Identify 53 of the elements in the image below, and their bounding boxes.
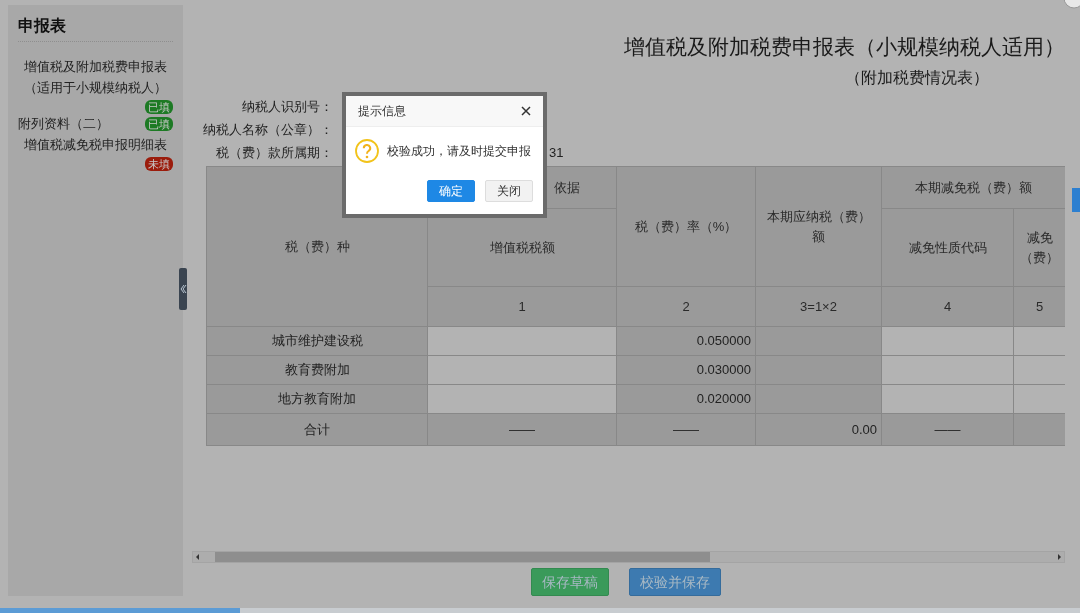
header-cell: 税（费）率（%） bbox=[616, 166, 756, 287]
field-label: 纳税人名称（公章）： bbox=[202, 120, 333, 139]
side-tab[interactable] bbox=[1072, 188, 1080, 212]
collapse-handle-icon[interactable] bbox=[179, 268, 187, 310]
sidebar-item[interactable]: 增值税及附加税费申报表 bbox=[18, 56, 173, 77]
table-cell: 0.050000 bbox=[616, 326, 756, 356]
status-badge: 已填 bbox=[145, 100, 173, 114]
header-cell: 2 bbox=[616, 286, 756, 327]
header-cell: 增值税税额 bbox=[427, 208, 617, 287]
sidebar-item[interactable]: 增值税减免税申报明细表 bbox=[18, 134, 173, 155]
table-cell: —— bbox=[616, 413, 756, 446]
status-badge: 已填 bbox=[145, 117, 173, 131]
table-cell: 合计 bbox=[206, 413, 428, 446]
table-cell: —— bbox=[881, 413, 1014, 446]
close-icon[interactable] bbox=[521, 106, 531, 116]
input-cell[interactable] bbox=[881, 326, 1014, 356]
table-cell: 0.030000 bbox=[616, 355, 756, 385]
status-badge: 未填 bbox=[145, 157, 173, 171]
input-cell[interactable] bbox=[881, 355, 1014, 385]
input-cell[interactable] bbox=[427, 384, 617, 414]
field-label: 税（费）款所属期： bbox=[215, 143, 333, 162]
header-cell: 4 bbox=[881, 286, 1014, 327]
horizontal-scrollbar[interactable] bbox=[192, 551, 1065, 563]
input-cell[interactable] bbox=[881, 384, 1014, 414]
field-label: 纳税人识别号： bbox=[241, 97, 333, 116]
input-cell[interactable] bbox=[427, 326, 617, 356]
header-cell: 3=1×2 bbox=[755, 286, 882, 327]
scrollbar-thumb[interactable] bbox=[215, 552, 710, 562]
form-title: 增值税及附加税费申报表（小规模纳税人适用） bbox=[624, 34, 1065, 60]
confirm-button[interactable]: 确定 bbox=[427, 180, 475, 202]
header-cell: 减免性质代码 bbox=[881, 208, 1014, 287]
table-cell: 0.020000 bbox=[616, 384, 756, 414]
header-text: 减免 bbox=[1025, 229, 1054, 247]
table-cell: —— bbox=[427, 413, 617, 446]
close-button[interactable]: 关闭 bbox=[485, 180, 533, 202]
table-cell: 城市维护建设税 bbox=[206, 326, 428, 356]
header-cell: 5 bbox=[1013, 286, 1066, 327]
question-icon bbox=[355, 139, 379, 163]
sidebar-item[interactable]: （适用于小规模纳税人） bbox=[18, 77, 173, 98]
header-cell: 本期应纳税（费）额 bbox=[755, 166, 882, 287]
input-cell[interactable] bbox=[427, 355, 617, 385]
sidebar-item[interactable]: 附列资料（二） bbox=[18, 114, 109, 134]
form-subtitle: （附加税费情况表） bbox=[845, 68, 989, 88]
table-cell: 地方教育附加 bbox=[206, 384, 428, 414]
dialog-title: 提示信息 bbox=[358, 103, 406, 120]
header-cell: 本期减免税（费）额 bbox=[881, 166, 1066, 209]
field-value: 31 bbox=[549, 143, 564, 162]
header-cell: 1 bbox=[427, 286, 617, 327]
header-text: （费） bbox=[1019, 248, 1060, 267]
table-cell: 0.00 bbox=[755, 413, 882, 446]
table-cell: 教育费附加 bbox=[206, 355, 428, 385]
sidebar-title: 申报表 bbox=[18, 16, 67, 36]
dialog-message: 校验成功，请及时提交申报 bbox=[387, 143, 531, 160]
